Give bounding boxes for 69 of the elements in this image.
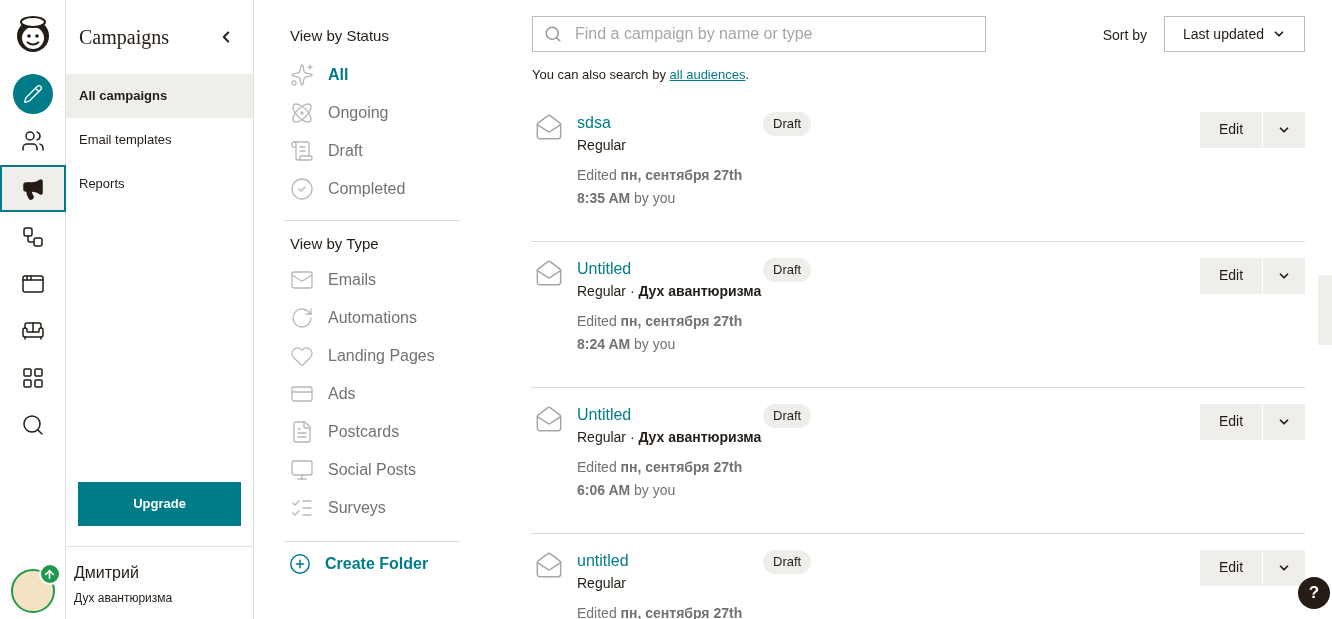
campaign-type: Regular · Дух авантюризма <box>577 427 763 447</box>
filter-item[interactable]: Automations <box>290 299 460 337</box>
filter-item[interactable]: Completed <box>290 169 460 208</box>
sidebar-item[interactable]: Reports <box>66 162 253 206</box>
edit-button[interactable]: Edit <box>1200 257 1262 294</box>
edit-button[interactable]: Edit <box>1200 111 1262 148</box>
filter-item[interactable]: Emails <box>290 261 460 299</box>
create-folder-button[interactable]: Create Folder <box>284 552 460 576</box>
sidebar-item[interactable]: All campaigns <box>66 74 253 118</box>
refresh-icon <box>290 306 314 330</box>
user-name: Дмитрий <box>74 563 140 583</box>
edit-button[interactable]: Edit <box>1200 403 1262 440</box>
filter-item[interactable]: Draft <box>290 131 460 170</box>
envelope-icon <box>535 550 563 579</box>
search-hint: You can also search by all audiences. <box>532 66 751 84</box>
sort-dropdown[interactable]: Last updated <box>1164 16 1305 52</box>
filter-item[interactable]: Ongoing <box>290 93 460 132</box>
envelope-icon <box>535 404 563 433</box>
filter-item[interactable]: Postcards <box>290 413 460 451</box>
edit-button[interactable]: Edit <box>1200 549 1262 586</box>
edited-time: 8:35 AM by you <box>577 188 677 208</box>
search-icon <box>544 25 562 43</box>
filter-item[interactable]: Landing Pages <box>290 337 460 375</box>
sort-label: Sort by <box>1102 26 1147 45</box>
status-badge: Draft <box>763 111 812 136</box>
filter-item[interactable]: All <box>290 55 460 94</box>
envelope-icon <box>535 112 563 141</box>
pencil-icon <box>12 73 53 114</box>
search-icon <box>20 412 45 437</box>
section-heading: View by Type <box>289 233 380 254</box>
status-badge: Draft <box>763 549 812 574</box>
campaign-type: Regular · Дух авантюризма <box>577 281 763 301</box>
campaign-name[interactable]: Untitled <box>577 403 763 426</box>
envelope-icon <box>535 258 563 287</box>
edited-date: Edited пн, сентября 27th <box>577 311 744 331</box>
more-button[interactable] <box>1263 549 1305 586</box>
account-name: Дух авантюризма <box>74 590 174 607</box>
check-icon <box>290 176 314 201</box>
workflow-icon <box>20 224 45 249</box>
search-field[interactable]: Find a campaign by name or type <box>532 16 986 52</box>
campaign-name[interactable]: sdsa <box>577 111 763 134</box>
envelope-icon <box>290 268 314 292</box>
sidebar-item[interactable]: Email templates <box>66 118 253 162</box>
upgrade-button[interactable]: Upgrade <box>78 482 241 526</box>
edited-time: 8:24 AM by you <box>577 334 677 354</box>
plus-icon <box>289 553 311 575</box>
filter-item[interactable]: Social Posts <box>290 451 460 489</box>
filter-item[interactable]: Ads <box>290 375 460 413</box>
megaphone-icon <box>20 176 45 201</box>
arrow-up-icon <box>38 563 61 585</box>
scroll-icon <box>290 138 314 163</box>
help-button[interactable]: ? <box>1298 577 1330 609</box>
monitor-icon <box>290 458 314 482</box>
edited-date: Edited пн, сентября 27th <box>577 457 744 477</box>
campaign-type: Regular <box>577 135 628 155</box>
sidebar-title: Campaigns <box>79 25 169 51</box>
campaign-name[interactable]: untitled <box>577 549 763 572</box>
status-badge: Draft <box>763 257 812 282</box>
people-icon <box>20 128 45 153</box>
edited-date: Edited пн, сентября 27th <box>577 165 744 185</box>
campaign-type: Regular <box>577 573 628 593</box>
status-badge: Draft <box>763 403 812 428</box>
nav-rail-button[interactable] <box>0 165 66 212</box>
edited-time: 6:06 AM by you <box>577 480 677 500</box>
orbit-icon <box>290 100 314 125</box>
filter-item[interactable]: Surveys <box>290 489 460 527</box>
section-heading: View by Status <box>289 26 390 46</box>
campaign-name[interactable]: Untitled <box>577 257 763 280</box>
grid-icon <box>20 365 45 390</box>
